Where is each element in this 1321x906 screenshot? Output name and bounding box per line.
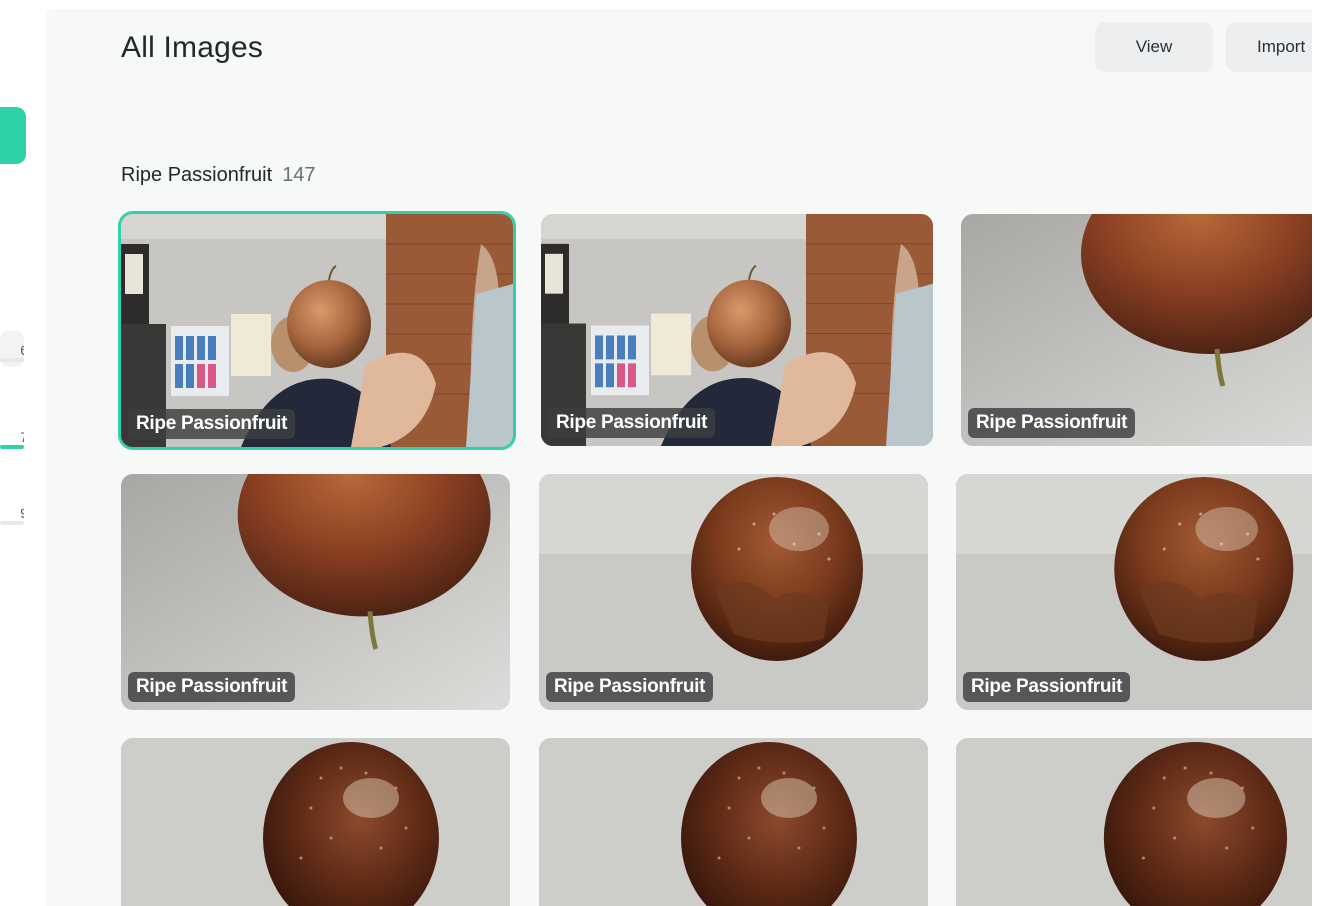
image-tile[interactable]: Ripe Passionfruit — [541, 214, 933, 446]
sidebar-count-progress — [0, 358, 24, 362]
image-tile[interactable]: Ripe Passionfruit — [539, 474, 928, 710]
image-tile[interactable]: Ripe Passionfruit — [956, 474, 1312, 710]
photo-fruit-speckled — [121, 738, 510, 906]
image-label-badge: Ripe Passionfruit — [128, 672, 296, 702]
image-tile[interactable] — [121, 738, 510, 906]
sidebar-count-item[interactable]: 6 — [0, 331, 24, 367]
image-tile[interactable] — [539, 738, 928, 906]
sidebar-count-progress — [0, 521, 24, 525]
image-label-badge: Ripe Passionfruit — [548, 408, 716, 438]
sidebar-count-value: 9 — [14, 505, 24, 521]
sidebar-count-progress — [0, 445, 24, 449]
photo-fruit-speckled — [956, 738, 1312, 906]
image-label-badge: Ripe Passionfruit — [968, 408, 1136, 438]
sidebar-count-item[interactable]: 9 — [0, 494, 24, 530]
group-header: Ripe Passionfruit 147 — [121, 164, 316, 187]
group-name: Ripe Passionfruit — [121, 164, 273, 186]
sidebar-count-value: 6 — [14, 342, 24, 358]
page-title: All Images — [121, 31, 264, 64]
import-button[interactable]: Import — [1226, 22, 1312, 72]
sidebar-count-item[interactable]: 7 — [0, 418, 24, 454]
group-count: 147 — [282, 164, 316, 186]
image-tile[interactable]: Ripe Passionfruit — [121, 474, 510, 710]
image-tile[interactable] — [956, 738, 1312, 906]
sidebar: 6 7 9 — [0, 0, 30, 906]
sidebar-count-value: 7 — [14, 429, 24, 445]
photo-fruit-speckled — [539, 738, 928, 906]
image-label-badge: Ripe Passionfruit — [128, 409, 296, 439]
image-tile[interactable]: Ripe Passionfruit — [121, 214, 513, 447]
image-label-badge: Ripe Passionfruit — [546, 672, 714, 702]
sidebar-active-button[interactable] — [0, 107, 26, 164]
view-button[interactable]: View — [1095, 22, 1213, 72]
main-panel: All Images View Import Ripe Passionfruit… — [46, 9, 1312, 906]
image-tile[interactable]: Ripe Passionfruit — [961, 214, 1312, 446]
image-label-badge: Ripe Passionfruit — [963, 672, 1131, 702]
